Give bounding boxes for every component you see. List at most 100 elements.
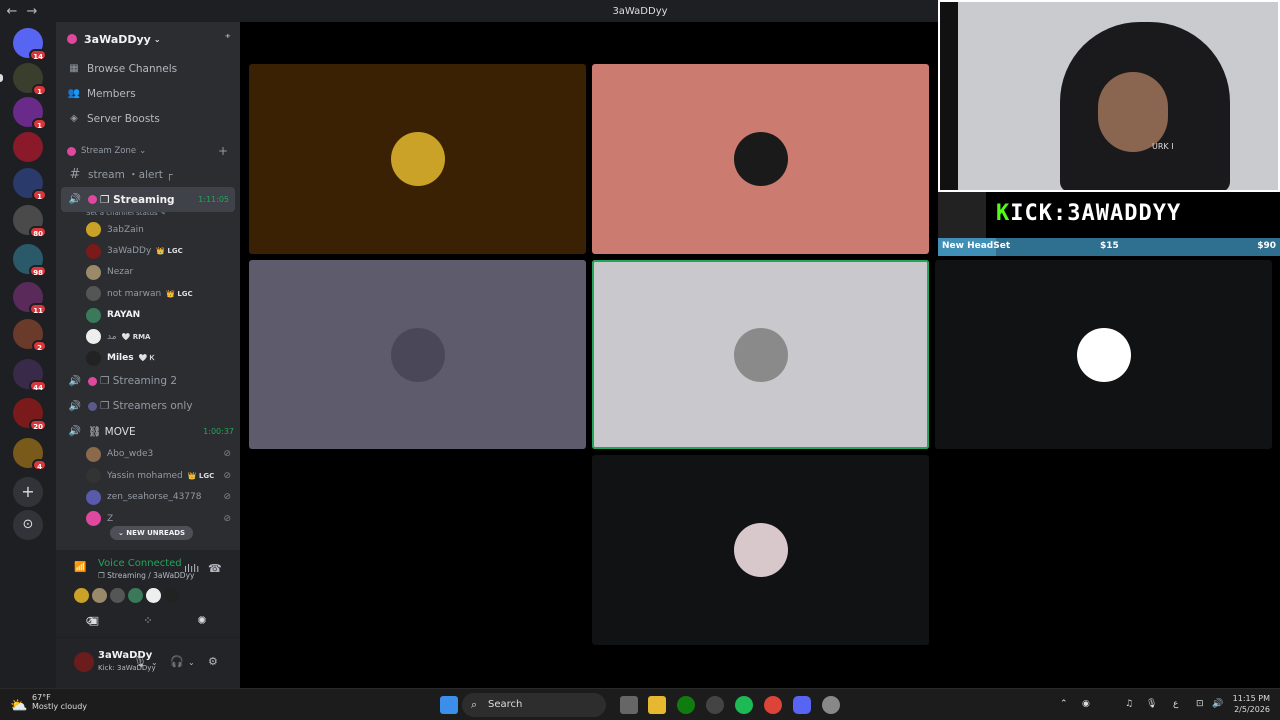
server-icon[interactable]: 1 — [13, 97, 47, 130]
voice-user-row[interactable]: Yassin mohamed 👑 LGC ⊘ — [56, 465, 240, 486]
network-icon[interactable]: ⊡ — [1196, 699, 1204, 709]
participant-tile[interactable] — [249, 64, 586, 254]
voice-user-row[interactable]: not marwan 👑 LGC — [56, 283, 240, 304]
server-icon[interactable]: 11 — [13, 282, 47, 315]
tray-mic-icon[interactable]: 🎙 — [1146, 699, 1157, 709]
discover-icon[interactable]: ⊙ — [13, 510, 43, 540]
voice-connected-title[interactable]: Voice Connected — [98, 558, 182, 569]
taskbar-search[interactable]: ⌕ Search — [462, 693, 606, 717]
avatar[interactable] — [74, 588, 89, 603]
task-view-icon[interactable] — [620, 696, 638, 714]
avatar[interactable] — [110, 588, 125, 603]
new-unreads-pill[interactable]: ⌄ NEW UNREADS — [110, 526, 194, 540]
server-boosts-item[interactable]: ◈ Server Boosts — [56, 106, 240, 131]
chevron-down-icon[interactable]: ⌄ — [188, 658, 195, 667]
server-icon[interactable]: 4 — [13, 438, 47, 471]
clock[interactable]: 11:15 PM 2/5/2026 — [1233, 693, 1270, 715]
avatar — [86, 243, 101, 259]
tray-app-icon[interactable]: ◉ — [1082, 699, 1090, 709]
avatar[interactable] — [92, 588, 107, 603]
settings-app-icon[interactable] — [822, 696, 840, 714]
weather-widget[interactable]: ⛅ 67°F Mostly cloudy — [10, 693, 87, 714]
server-icon[interactable] — [13, 132, 43, 162]
voice-user-row[interactable]: 3abZain — [56, 219, 240, 240]
chevron-down-icon[interactable]: ⌄ — [151, 658, 158, 667]
server-icon[interactable]: 2 — [13, 319, 47, 352]
start-button[interactable] — [440, 696, 458, 714]
channel-timer: 1:11:05 — [198, 195, 229, 204]
microphone-icon[interactable]: 🎙 — [133, 655, 147, 668]
forward-arrow-icon[interactable]: → — [24, 4, 40, 19]
voice-user-row[interactable]: ﻣﺪ 🤍 RMA — [56, 326, 240, 347]
channel-emoji-icon — [88, 195, 97, 204]
activities-icon[interactable]: ⁘ — [128, 614, 168, 632]
soundboard-effects-icon[interactable]: ✺ — [182, 614, 222, 632]
app-icon[interactable] — [706, 696, 724, 714]
home-button[interactable]: 14 — [13, 28, 47, 61]
voice-user-row[interactable]: Miles 🤍 Ꮶ — [56, 347, 240, 368]
avatar — [86, 511, 101, 527]
weather-cloud-icon: ⛅ — [10, 698, 28, 714]
voice-user-row[interactable]: Nezar — [56, 262, 240, 283]
participant-tile[interactable] — [592, 64, 929, 254]
volume-icon[interactable]: 🔊 — [1212, 699, 1223, 709]
browse-icon: ▦ — [69, 63, 79, 74]
participant-tile[interactable] — [592, 455, 929, 645]
screen-share-icon[interactable]: ▣ — [74, 614, 114, 632]
signal-icon[interactable]: 📶 — [74, 562, 86, 573]
headset-icon[interactable]: 🎧 — [170, 655, 184, 668]
voice-user-name: Yassin mohamed — [107, 470, 183, 481]
voice-channel-icon: 🔊 — [68, 375, 82, 387]
user-tag-badge: 👑 LGC — [187, 471, 215, 480]
add-server-icon[interactable]: + — [13, 477, 43, 507]
disconnect-icon[interactable]: ☎ — [208, 562, 222, 575]
spotify-icon[interactable] — [735, 696, 753, 714]
voice-user-name: 3abZain — [107, 224, 144, 235]
settings-gear-icon[interactable]: ⚙ — [208, 655, 218, 668]
channel-streaming-2[interactable]: 🔊 ❐ Streaming 2 — [56, 369, 240, 394]
server-icon[interactable]: 20 — [13, 398, 47, 431]
server-icon[interactable]: 1 — [13, 168, 47, 201]
participant-tile[interactable] — [249, 260, 586, 449]
voice-user-name: zen_seahorse_43778 — [107, 492, 202, 503]
avatar[interactable] — [164, 588, 179, 603]
soundboard-icon[interactable]: ılılı — [184, 562, 199, 575]
back-arrow-icon[interactable]: ← — [4, 4, 20, 19]
server-icon[interactable]: 44 — [13, 359, 47, 392]
channel-stream-alert[interactable]: # stream ・alert ┌ — [56, 162, 240, 187]
server-icon[interactable]: 98 — [13, 244, 47, 277]
create-channel-icon[interactable]: + — [218, 144, 228, 158]
language-indicator[interactable]: ع — [1173, 699, 1178, 709]
channel-streamers-only[interactable]: 🔊 ❐ Streamers only — [56, 394, 240, 419]
invite-icon[interactable]: ⁺ — [225, 31, 231, 45]
voice-channel-path[interactable]: ❐ Streaming / 3aWaDDyy — [98, 571, 194, 580]
members-item[interactable]: 👥 Members — [56, 81, 240, 106]
discord-icon[interactable] — [793, 696, 811, 714]
voice-user-row[interactable]: Abo_wde3 ⊘ — [56, 444, 240, 465]
server-icon[interactable]: 80 — [13, 205, 47, 238]
deafened-icon: ⊘ — [223, 492, 231, 503]
participant-tile[interactable] — [935, 260, 1272, 449]
browse-channels-item[interactable]: ▦ Browse Channels — [56, 56, 240, 81]
guild-header[interactable]: 3aWaDDyy ⌄ ⁺ — [56, 22, 240, 56]
file-explorer-icon[interactable] — [648, 696, 666, 714]
avatar[interactable] — [146, 588, 161, 603]
avatar[interactable] — [74, 652, 94, 672]
windows-taskbar: ⛅ 67°F Mostly cloudy ⌕ Search ⌃ ◉ ♫ 🎙 ع … — [0, 688, 1280, 720]
voice-user-row[interactable]: 3aWaDDy 👑 LGC — [56, 240, 240, 261]
tray-chevron-icon[interactable]: ⌃ — [1060, 699, 1068, 709]
xbox-icon[interactable] — [677, 696, 695, 714]
channel-move[interactable]: 🔊 ⛓ MOVE 1:00:37 — [56, 419, 240, 444]
server-icon[interactable]: 1 — [13, 63, 47, 96]
webcam-overlay: URK I — [938, 0, 1280, 192]
channel-streaming[interactable]: 🔊 ❐ Streaming 1:11:05 — [61, 187, 235, 212]
category-stream-zone[interactable]: Stream Zone ⌄ + — [56, 140, 240, 162]
voice-user-row[interactable]: RAYAN — [56, 305, 240, 326]
participant-tile-speaking[interactable] — [592, 260, 929, 449]
avatar[interactable] — [128, 588, 143, 603]
tray-spotify-icon[interactable]: ♫ — [1125, 699, 1133, 709]
user-tag-badge: 🤍 RMA — [121, 332, 151, 341]
server-badge: 1 — [32, 118, 47, 130]
chrome-icon[interactable] — [764, 696, 782, 714]
voice-user-row[interactable]: zen_seahorse_43778 ⊘ — [56, 487, 240, 508]
